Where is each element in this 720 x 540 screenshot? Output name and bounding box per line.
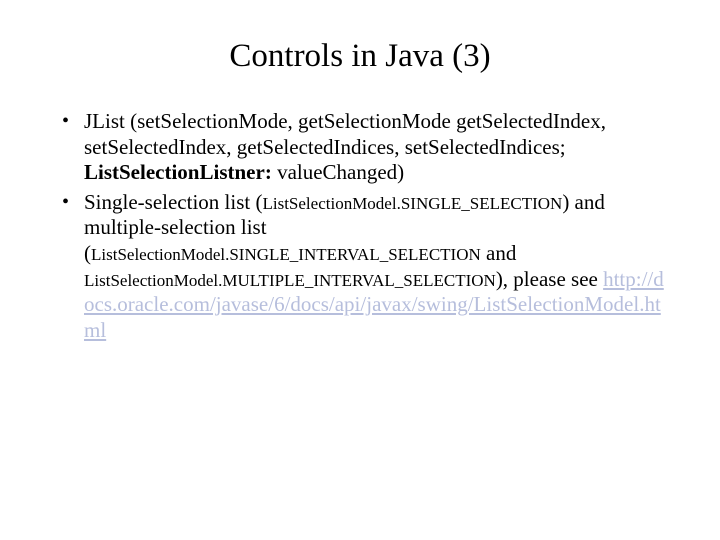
text-run: JList (setSelectionMode, getSelectionMod… (84, 109, 606, 159)
text-run: ListSelectionModel.SINGLE_SELECTION (262, 194, 562, 213)
text-run: ListSelectionListner: (84, 160, 272, 184)
text-run: ), please see (496, 267, 603, 291)
slide-title: Controls in Java (3) (56, 38, 664, 75)
text-run: ListSelectionModel.SINGLE_INTERVAL_SELEC… (91, 245, 481, 264)
text-run: and (481, 241, 517, 265)
text-run: ListSelectionModel.MULTIPLE_INTERVAL_SEL… (84, 271, 496, 290)
text-run: valueChanged) (272, 160, 404, 184)
text-run: Single-selection list ( (84, 190, 262, 214)
bullet-item: JList (setSelectionMode, getSelectionMod… (56, 109, 664, 186)
bullet-item: Single-selection list (ListSelectionMode… (56, 190, 664, 344)
bullet-list: JList (setSelectionMode, getSelectionMod… (56, 109, 664, 343)
